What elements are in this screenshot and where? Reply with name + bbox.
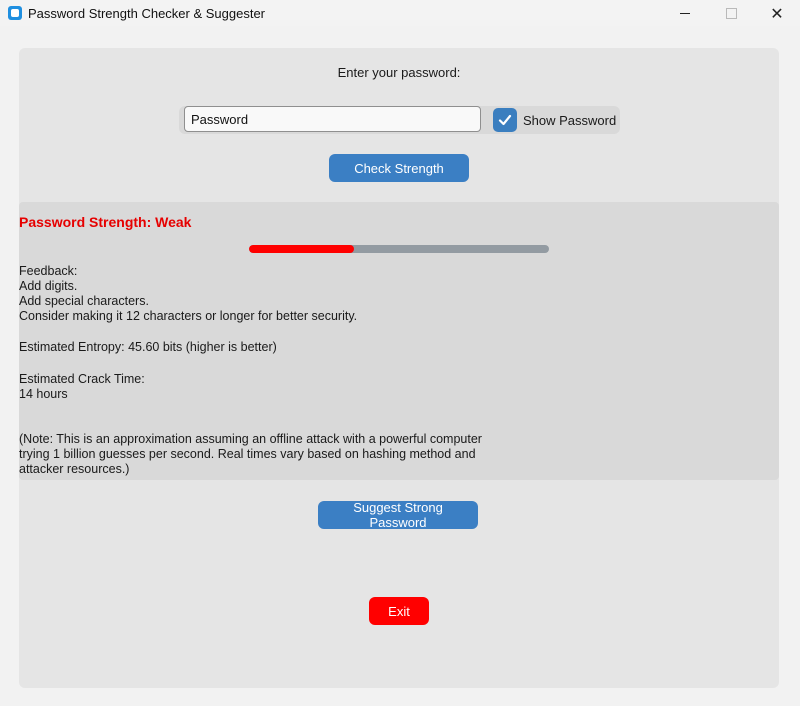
note-line: trying 1 billion guesses per second. Rea… (19, 447, 476, 461)
checkmark-icon (498, 114, 512, 126)
result-panel: Password Strength: Weak Feedback: Add di… (19, 202, 779, 480)
crack-time-heading: Estimated Crack Time: (19, 372, 145, 386)
feedback-item: Add special characters. (19, 294, 149, 308)
suggest-password-button[interactable]: Suggest Strong Password (318, 500, 478, 530)
feedback-heading: Feedback: (19, 264, 78, 278)
close-icon: ✕ (770, 3, 784, 23)
password-prompt-label: Enter your password: (337, 65, 461, 80)
crack-time-value: 14 hours (19, 387, 68, 401)
app-icon (8, 6, 22, 20)
title-bar[interactable]: Password Strength Checker & Suggester ✕ (0, 0, 800, 26)
note-line: (Note: This is an approximation assuming… (19, 432, 482, 446)
check-strength-button[interactable]: Check Strength (329, 154, 469, 182)
password-input-row: Show Password (179, 106, 620, 134)
entropy-text: Estimated Entropy: 45.60 bits (higher is… (19, 340, 277, 354)
maximize-icon (725, 7, 737, 19)
app-window: Password Strength Checker & Suggester ✕ … (0, 0, 800, 706)
show-password-checkbox[interactable] (493, 108, 517, 132)
show-password-toggle[interactable]: Show Password (493, 107, 616, 133)
password-input[interactable] (184, 106, 481, 132)
show-password-label: Show Password (523, 112, 617, 128)
minimize-button[interactable] (662, 0, 708, 26)
note-line: attacker resources.) (19, 462, 130, 476)
main-frame: Enter your password: Show Password Check… (19, 48, 779, 688)
feedback-item: Consider making it 12 characters or long… (19, 309, 358, 323)
feedback-item: Add digits. (19, 279, 78, 293)
strength-progress-fill (249, 245, 354, 253)
strength-title: Password Strength: Weak (19, 214, 192, 230)
minimize-icon (680, 12, 690, 14)
strength-progress-bar (249, 245, 549, 253)
exit-button[interactable]: Exit (369, 597, 429, 625)
close-button[interactable]: ✕ (754, 0, 800, 26)
window-title: Password Strength Checker & Suggester (28, 6, 266, 21)
maximize-button[interactable] (708, 0, 754, 26)
